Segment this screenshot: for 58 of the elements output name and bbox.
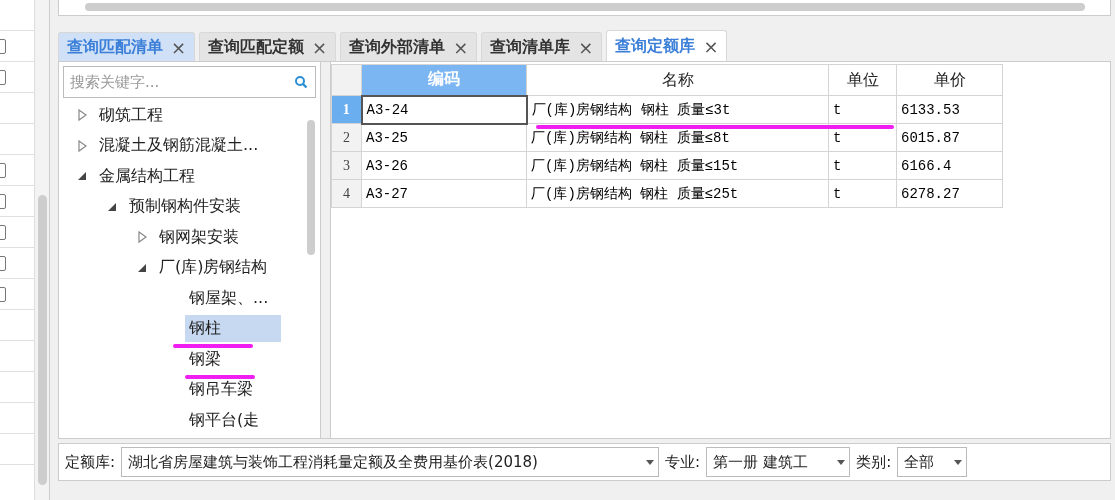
caret-icon [646, 459, 655, 465]
caret-icon [954, 459, 963, 465]
table-cell: 厂(库)房钢结构 钢柱 质量≤25t [526, 179, 829, 208]
table-cell: A3-26 [361, 151, 527, 180]
tree-item[interactable]: 钢平台(走 [185, 406, 264, 434]
tree-item[interactable]: 钢网架安装 [155, 223, 243, 251]
table-cell: 6133.53 [896, 95, 1003, 124]
tab[interactable]: 查询外部清单 × [340, 32, 478, 61]
table-cell: 6015.87 [896, 123, 1003, 152]
tree-item[interactable]: 钢屋架、... [185, 284, 273, 312]
collapsed-triangle-icon[interactable] [75, 108, 89, 123]
dropdown[interactable]: 全部 [897, 447, 968, 477]
close-icon[interactable]: × [171, 36, 187, 58]
row-number[interactable]: 2 [331, 123, 362, 152]
filter-label: 类别: [856, 452, 892, 472]
tab[interactable]: 查询定额库 × [606, 30, 728, 61]
table-cell: t [828, 151, 897, 180]
table-cell: 6166.4 [896, 151, 1003, 180]
tab[interactable]: 查询清单库 × [481, 32, 603, 61]
tab[interactable]: 查询匹配定额 × [199, 32, 337, 61]
filter-label: 专业: [665, 452, 701, 472]
scrollbar-thumb[interactable] [37, 195, 47, 485]
search-icon[interactable] [294, 75, 308, 89]
close-icon[interactable]: × [312, 36, 328, 58]
search-field[interactable]: 搜索关键字... [63, 66, 316, 98]
tree-item[interactable]: 混凝土及钢筋混凝土... [95, 132, 263, 160]
close-icon[interactable]: × [703, 35, 719, 57]
collapsed-triangle-icon[interactable] [135, 230, 149, 245]
scrollbar-thumb[interactable] [307, 120, 315, 255]
tree-item[interactable]: 砌筑工程 [95, 101, 167, 129]
table-cell: A3-24 [361, 95, 527, 124]
caret-icon [837, 459, 846, 465]
table-cell: 厂(库)房钢结构 钢柱 质量≤15t [526, 151, 829, 180]
close-icon[interactable]: × [578, 36, 594, 58]
row-number[interactable]: 3 [331, 151, 362, 180]
table-cell: t [828, 123, 897, 152]
dropdown[interactable]: 第一册 建筑工 [706, 447, 851, 477]
table-cell: 6278.27 [896, 179, 1003, 208]
tab[interactable]: 查询匹配清单 × [58, 32, 196, 61]
table-cell: t [828, 179, 897, 208]
column-header[interactable]: 单价 [896, 64, 1003, 96]
column-header[interactable]: 单位 [828, 64, 897, 96]
tree-item[interactable]: 钢吊车梁 [185, 376, 257, 404]
tree-item[interactable]: 预制钢构件安装 [125, 193, 245, 221]
collapsed-triangle-icon[interactable] [75, 138, 89, 153]
close-icon[interactable]: × [453, 36, 469, 58]
table-cell: A3-25 [361, 123, 527, 152]
column-header[interactable]: 名称 [526, 64, 829, 96]
row-number[interactable]: 4 [331, 179, 362, 208]
tree-item[interactable]: 钢梁 [185, 345, 225, 373]
scrollbar-thumb[interactable] [85, 3, 1085, 11]
filter-label: 定额库: [65, 452, 116, 472]
table-cell: t [828, 95, 897, 124]
table-cell: 厂(库)房钢结构 钢柱 质量≤8t [526, 123, 829, 152]
table-cell: A3-27 [361, 179, 527, 208]
tree-item[interactable]: 金属结构工程 [95, 162, 199, 190]
dropdown[interactable]: 湖北省房屋建筑与装饰工程消耗量定额及全费用基价表(2018) [121, 447, 660, 477]
tree-item[interactable]: 厂(库)房钢结构 [155, 254, 272, 282]
